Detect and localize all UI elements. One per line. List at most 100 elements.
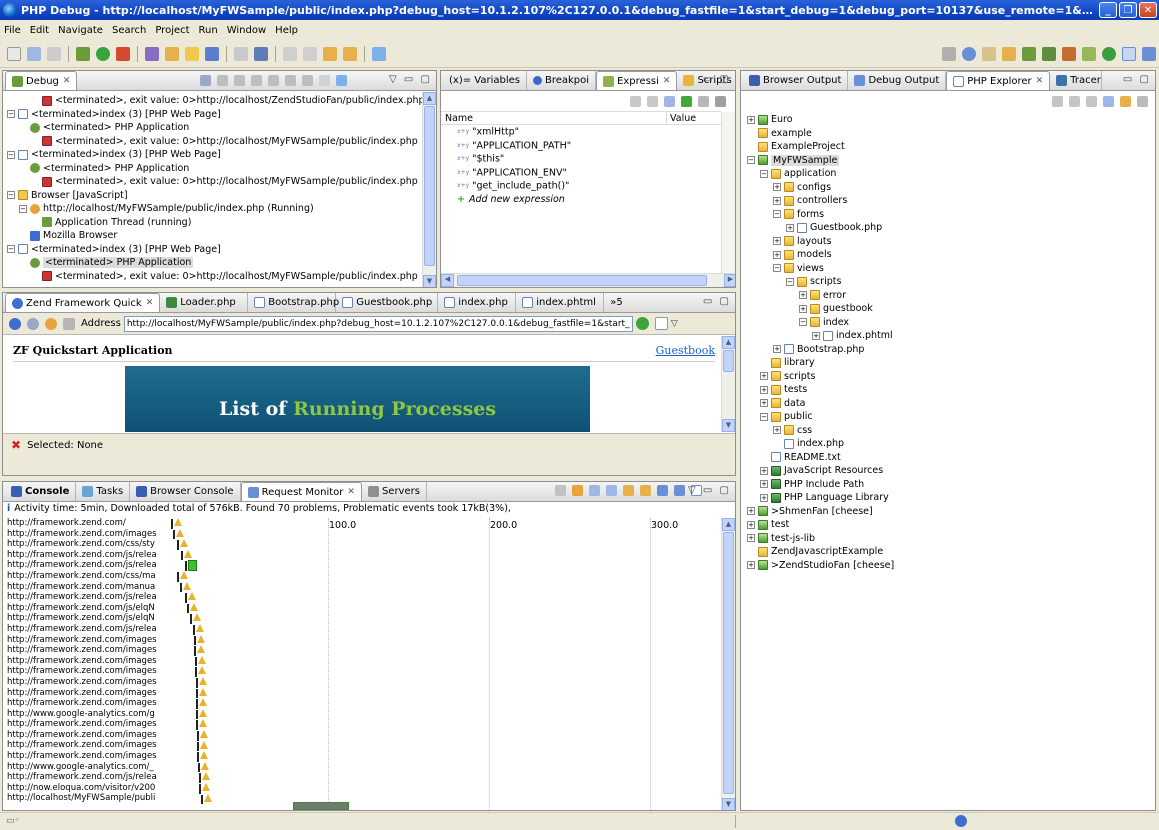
- close-tab-icon[interactable]: ✕: [63, 76, 71, 86]
- minimize-maximize-icons[interactable]: ▭ ▢: [1123, 74, 1151, 85]
- tab-expressions[interactable]: Expressi ✕: [596, 71, 678, 90]
- tab-index-phtml[interactable]: index.phtml: [516, 293, 605, 312]
- export-icon[interactable]: [589, 485, 600, 496]
- js-debug-icon[interactable]: [1122, 46, 1136, 61]
- close-button[interactable]: ✕: [1139, 2, 1157, 18]
- scroll-right-icon[interactable]: ▶: [724, 274, 735, 287]
- page-menu-icon[interactable]: [654, 317, 668, 330]
- expand-toggle-icon[interactable]: +: [773, 250, 781, 259]
- request-url[interactable]: http://framework.zend.com/manua: [3, 582, 171, 593]
- request-url[interactable]: http://framework.zend.com/images: [3, 645, 171, 656]
- tab-variables[interactable]: (x)= Variables: [443, 71, 527, 90]
- expression-row[interactable]: x+y "$this": [441, 152, 721, 166]
- explorer-tree-item[interactable]: + PHP Include Path: [747, 478, 1151, 492]
- fastview-icon[interactable]: ▭◦: [6, 816, 20, 826]
- debug-tree-item[interactable]: <terminated>, exit value: 0>http://local…: [3, 94, 422, 108]
- tab-request-monitor[interactable]: Request Monitor ✕: [240, 482, 362, 501]
- minimize-maximize-icons[interactable]: ▭ ▢: [703, 74, 731, 85]
- tab-browser-console[interactable]: Browser Console: [130, 482, 241, 501]
- request-bar[interactable]: [185, 561, 187, 571]
- new-project-icon[interactable]: [165, 46, 179, 61]
- explorer-tree-item[interactable]: − public: [747, 410, 1151, 424]
- expand-toggle-icon[interactable]: +: [773, 345, 781, 353]
- warning-icon[interactable]: [174, 518, 182, 526]
- explorer-tree-item[interactable]: + Bootstrap.php: [747, 343, 1151, 357]
- debug-tree-item[interactable]: − <terminated>index (3) [PHP Web Page]: [3, 108, 422, 122]
- print-icon[interactable]: [47, 46, 61, 61]
- warning-icon[interactable]: [180, 571, 188, 579]
- request-url[interactable]: http://localhost/MyFWSample/publi: [3, 793, 171, 804]
- debug-icon[interactable]: [76, 46, 90, 61]
- explorer-tree-item[interactable]: − index: [747, 316, 1151, 330]
- expand-toggle-icon[interactable]: +: [760, 493, 768, 502]
- scroll-up-icon[interactable]: ▲: [722, 518, 735, 531]
- warning-icon[interactable]: [199, 719, 207, 728]
- expand-toggle-icon[interactable]: +: [747, 520, 755, 529]
- browser-scrollbar[interactable]: ▲ ▼: [721, 336, 735, 432]
- explorer-tree-item[interactable]: + error: [747, 289, 1151, 303]
- warning-icon[interactable]: [199, 677, 207, 685]
- explorer-tree-item[interactable]: + test: [747, 518, 1151, 532]
- collapse-toggle-icon[interactable]: −: [786, 277, 794, 286]
- scroll-thumb[interactable]: [723, 532, 734, 794]
- tab-console[interactable]: Console: [5, 482, 77, 501]
- warning-icon[interactable]: [202, 772, 210, 781]
- copy-icon[interactable]: [982, 46, 996, 61]
- collapse-all-icon[interactable]: [664, 95, 675, 107]
- expand-toggle-icon[interactable]: +: [773, 237, 781, 245]
- up-icon[interactable]: [1086, 95, 1097, 107]
- request-bar[interactable]: [199, 773, 201, 783]
- menu-file[interactable]: File: [4, 25, 21, 36]
- debug-tree-item[interactable]: <terminated> PHP Application: [3, 162, 422, 176]
- profile-icon[interactable]: [1042, 46, 1056, 61]
- navbar-menu-icon[interactable]: ▽: [671, 319, 678, 329]
- request-url[interactable]: http://framework.zend.com/js/elqN: [3, 613, 171, 624]
- tab-tasks[interactable]: Tasks: [76, 482, 131, 501]
- debug-tree-item[interactable]: Mozilla Browser: [3, 229, 422, 243]
- refresh-icon[interactable]: [45, 317, 57, 330]
- minimize-maximize-icons[interactable]: ▭ ▢: [703, 296, 731, 307]
- warning-icon[interactable]: [183, 581, 191, 590]
- warning-icon[interactable]: [198, 666, 206, 675]
- show-type-icon[interactable]: [630, 95, 641, 107]
- request-url[interactable]: http://framework.zend.com/images: [3, 666, 171, 677]
- debug-tree-item[interactable]: <terminated>, exit value: 0>http://local…: [3, 135, 422, 149]
- tab-loader-php[interactable]: Loader.php: [160, 293, 249, 312]
- request-url[interactable]: http://framework.zend.com/images: [3, 656, 171, 667]
- warning-icon[interactable]: [199, 698, 207, 707]
- explorer-tree-item[interactable]: + controllers: [747, 194, 1151, 208]
- forward-icon[interactable]: [343, 46, 357, 61]
- tab-browser-output[interactable]: Browser Output: [743, 71, 849, 90]
- address-input[interactable]: [123, 315, 633, 332]
- expression-row[interactable]: x+y "APPLICATION_PATH": [441, 139, 721, 153]
- request-bar[interactable]: [173, 529, 175, 540]
- request-bar[interactable]: [193, 625, 195, 635]
- warning-icon[interactable]: [193, 613, 201, 622]
- debug-tree-item[interactable]: − http://localhost/MyFWSample/public/inde…: [3, 202, 422, 216]
- request-url[interactable]: http://framework.zend.com/images: [3, 677, 171, 688]
- expand-toggle-icon[interactable]: +: [760, 399, 768, 407]
- debug-tree-item[interactable]: − Browser [JavaScript]: [3, 189, 422, 203]
- new-icon[interactable]: [7, 46, 21, 61]
- request-url[interactable]: http://framework.zend.com/css/sty: [3, 539, 171, 550]
- warning-icon[interactable]: [199, 687, 207, 696]
- request-url[interactable]: http://framework.zend.com/js/relea: [3, 560, 171, 571]
- explorer-tree-item[interactable]: − MyFWSample: [747, 154, 1151, 168]
- request-url[interactable]: http://now.eloqua.com/visitor/v200: [3, 783, 171, 794]
- add-expression-icon[interactable]: [681, 95, 692, 107]
- request-url[interactable]: http://framework.zend.com/js/elqN: [3, 603, 171, 614]
- explorer-tree-item[interactable]: + tests: [747, 383, 1151, 397]
- explorer-tree-item[interactable]: − forms: [747, 208, 1151, 222]
- debug-tree-item[interactable]: − <terminated>index (3) [PHP Web Page]: [3, 243, 422, 257]
- request-bar[interactable]: [171, 519, 173, 529]
- go-icon[interactable]: [635, 317, 649, 330]
- explorer-tree-item[interactable]: README.txt: [747, 451, 1151, 465]
- menu-window[interactable]: Window: [227, 25, 266, 36]
- perspective-icon[interactable]: [942, 46, 956, 61]
- close-tab-icon[interactable]: ✕: [1036, 76, 1044, 86]
- explorer-tree-item[interactable]: + configs: [747, 181, 1151, 195]
- collapse-toggle-icon[interactable]: −: [7, 110, 15, 118]
- request-bar[interactable]: [196, 699, 198, 709]
- collapse-toggle-icon[interactable]: −: [7, 191, 15, 199]
- collapse-toggle-icon[interactable]: −: [760, 169, 768, 178]
